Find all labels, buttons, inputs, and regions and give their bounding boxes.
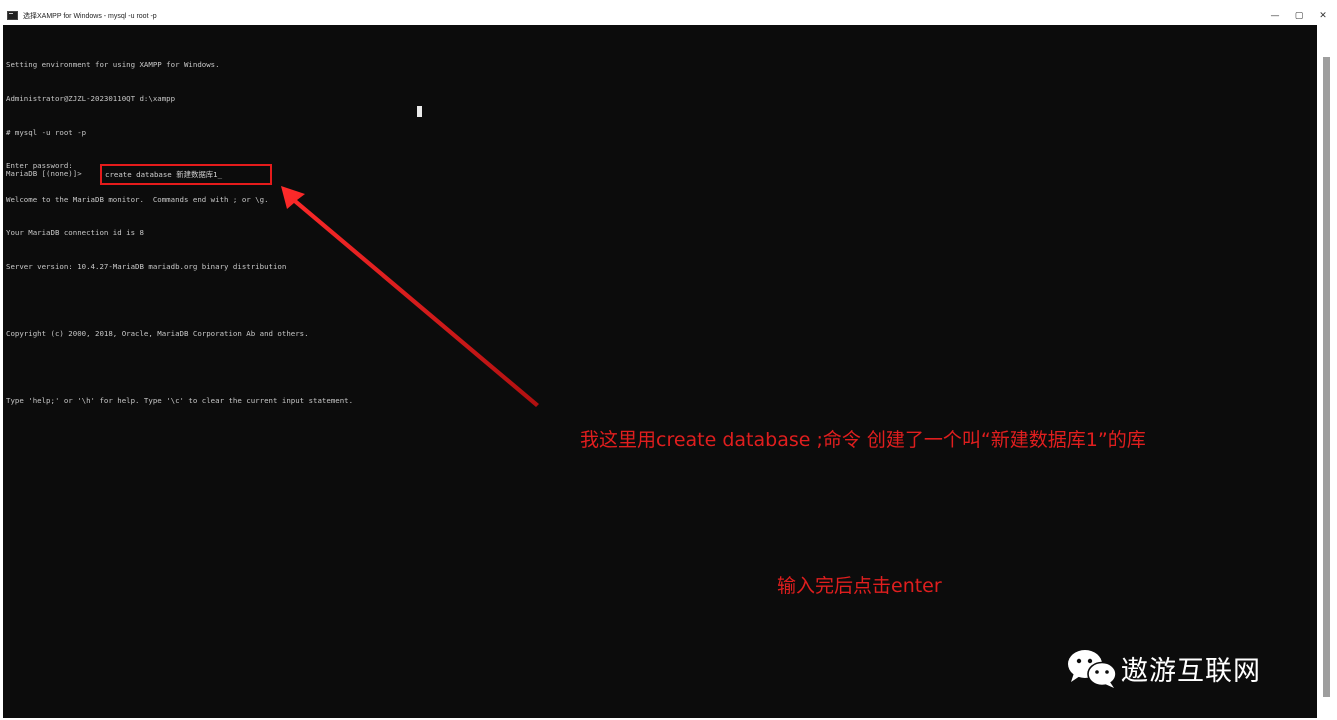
watermark-text: 遨游互联网 [1121, 655, 1261, 687]
terminal-line: Your MariaDB connection id is 8 [6, 228, 144, 238]
window-title: 选择XAMPP for Windows - mysql -u root -p [23, 12, 157, 20]
terminal-line: Administrator@ZJZL-20230110QT d:\xampp [6, 94, 176, 103]
window-controls: — ▢ ✕ [1263, 6, 1335, 25]
scrollbar-thumb[interactable] [1323, 57, 1330, 697]
annotation-explanation: 我这里用create database ;命令 创建了一个叫“新建数据库1”的库 [580, 429, 1146, 451]
terminal-line: Copyright (c) 2000, 2018, Oracle, MariaD… [6, 329, 309, 339]
title-bar[interactable]: 选择XAMPP for Windows - mysql -u root -p —… [3, 6, 1335, 25]
mariadb-prompt: MariaDB [(none)]> [6, 169, 82, 178]
terminal-line: Server version: 10.4.27-MariaDB mariadb.… [6, 261, 287, 271]
scrollbar[interactable] [1317, 25, 1335, 718]
terminal-output[interactable]: Setting environment for using XAMPP for … [6, 37, 1306, 463]
maximize-button[interactable]: ▢ [1287, 6, 1311, 25]
terminal-line: Type 'help;' or '\h' for help. Type '\c'… [6, 396, 354, 406]
terminal-line: Setting environment for using XAMPP for … [6, 60, 220, 70]
annotation-instruction: 输入完后点击enter [777, 575, 942, 597]
close-button[interactable]: ✕ [1311, 6, 1335, 25]
command-input[interactable]: create database 新建数据库1_ [105, 169, 222, 180]
text-cursor [417, 106, 422, 117]
minimize-button[interactable]: — [1263, 6, 1287, 25]
console-app-icon [7, 11, 18, 20]
terminal-line: # mysql -u root -p [6, 127, 87, 137]
terminal-line: Welcome to the MariaDB monitor. Commands… [6, 194, 269, 204]
wechat-icon [1068, 650, 1117, 688]
terminal-window: 选择XAMPP for Windows - mysql -u root -p —… [3, 6, 1335, 718]
watermark: 遨游互联网 [1065, 648, 1261, 688]
